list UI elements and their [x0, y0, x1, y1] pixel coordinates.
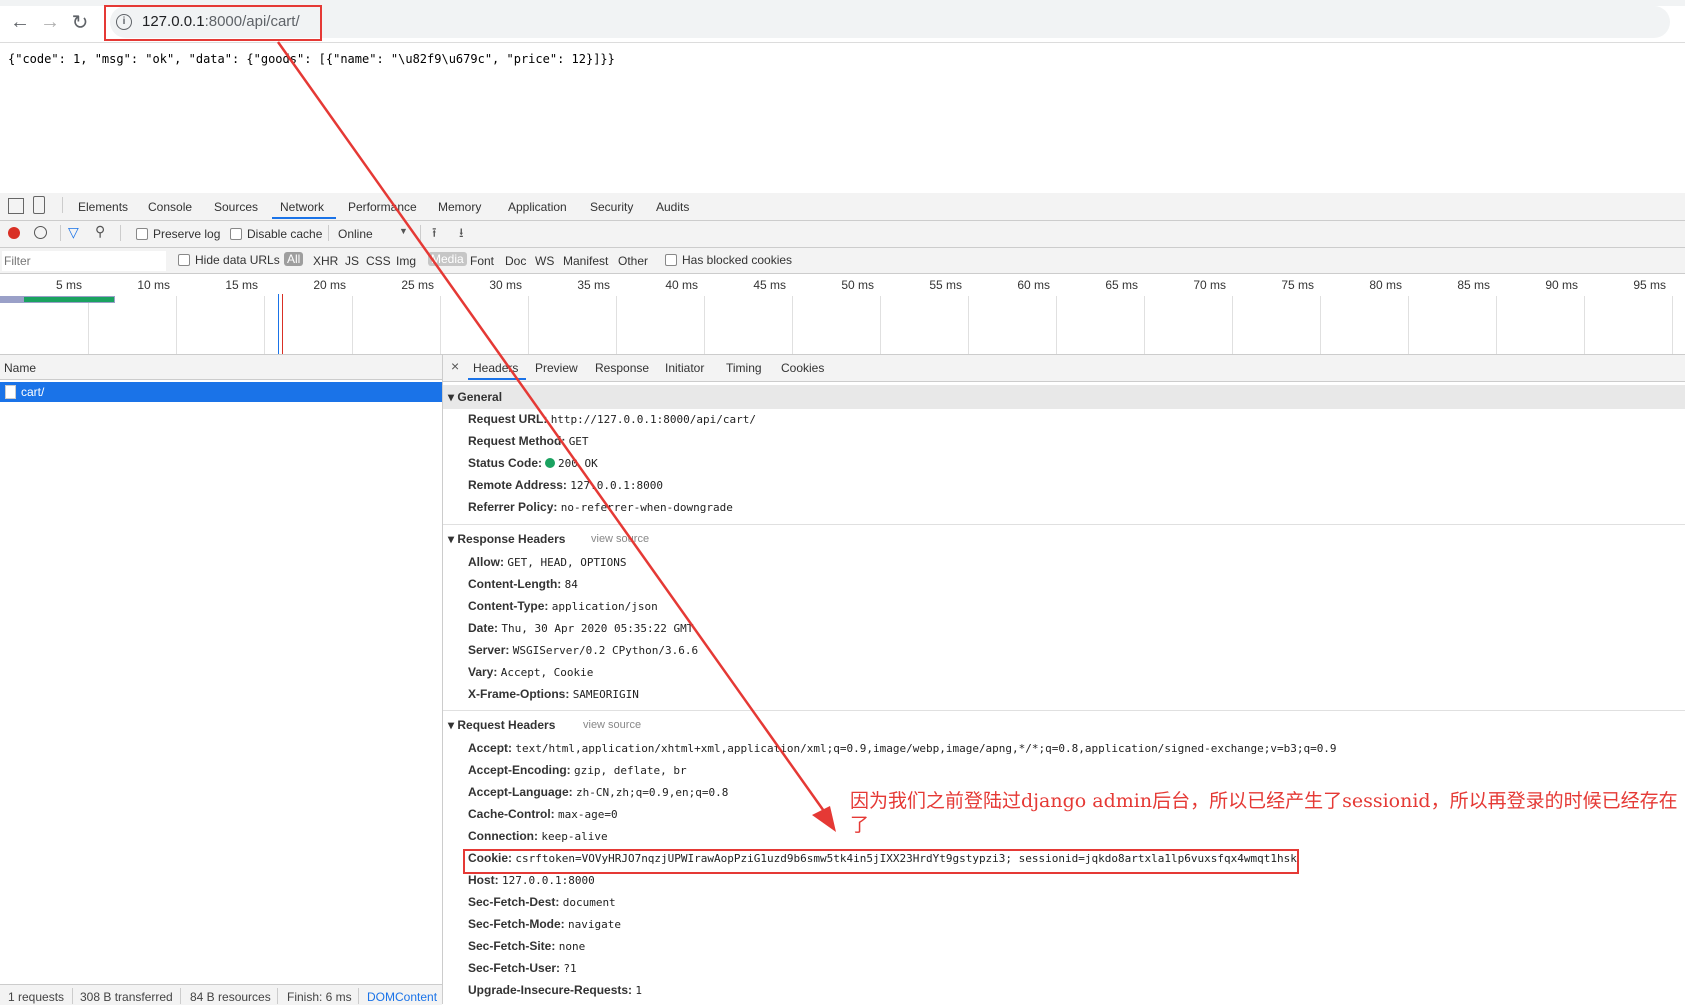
arrow-line	[276, 41, 828, 815]
annotation-arrow	[276, 41, 836, 832]
arrow-head	[812, 806, 836, 832]
